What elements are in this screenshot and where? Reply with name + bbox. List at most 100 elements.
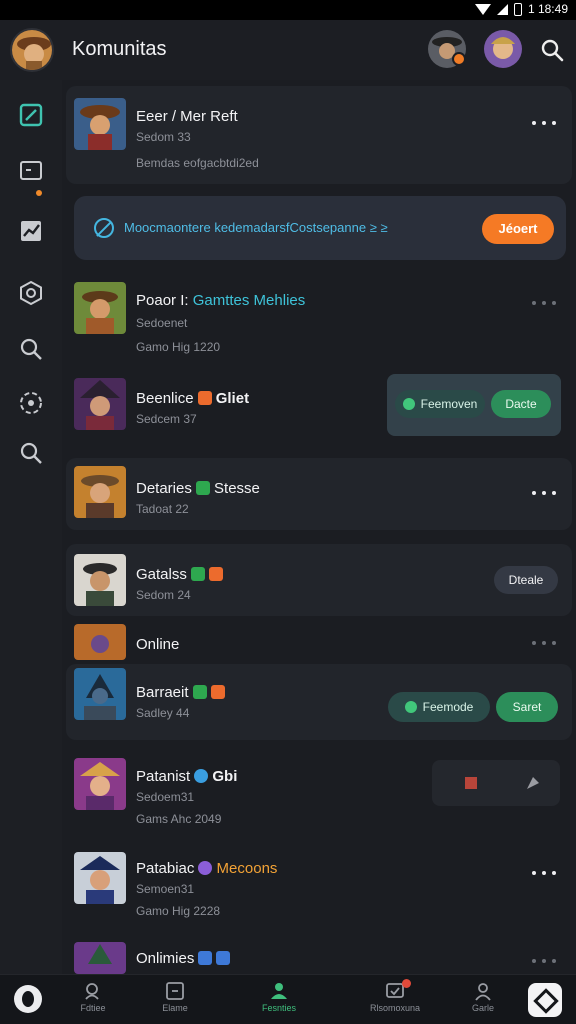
verified-icon (192, 685, 207, 699)
status-time: 1 18:49 (527, 2, 568, 16)
list-item[interactable]: Beenlice Gliet Sedcem 37 Feemoven Dacte (66, 370, 572, 440)
start-button[interactable]: Saret (496, 692, 558, 722)
user-avatar[interactable] (10, 28, 54, 72)
item-subtitle: Sedom 24 (136, 588, 191, 602)
item-title: Eeer / Mer Reft (136, 108, 238, 125)
item-subtitle: Sedom 33 (136, 130, 191, 144)
tag-icon (216, 951, 231, 965)
item-title: Beenlice Gliet (136, 390, 250, 407)
game-thumbnail (74, 624, 126, 660)
check-icon (404, 701, 417, 713)
list-item[interactable]: Onlimies (66, 936, 572, 974)
tag-icon (197, 391, 212, 405)
edit-icon[interactable] (18, 102, 44, 128)
verified-icon (190, 567, 205, 581)
list-item[interactable]: Gatalss Sedom 24 Dteale (66, 544, 572, 616)
action-panel: Feemoven Dacte (387, 374, 561, 436)
search-icon[interactable] (540, 38, 564, 62)
list-item[interactable]: Patanist Gbi Sedoem31 Gams Ahc 2049 (66, 748, 572, 836)
banner-button[interactable]: Jéoert (482, 214, 554, 244)
game-thumbnail (74, 758, 126, 810)
list-item[interactable]: Poaor I: Gamttes Mehlies Sedoenet Gamo H… (66, 270, 572, 362)
nav-item-messages[interactable]: Rlsomoxuna (360, 981, 430, 1013)
search-icon[interactable] (18, 440, 44, 466)
unread-dot (36, 190, 42, 196)
game-thumbnail (74, 852, 126, 904)
app-logo-icon[interactable] (528, 983, 562, 1017)
game-thumbnail (74, 554, 126, 606)
profile-icon (475, 983, 491, 1001)
list-item[interactable]: Detaries Stesse Tadoat 22 (66, 458, 572, 530)
nav-item-community[interactable]: Fesnties (244, 981, 314, 1013)
profile-shortcut-icon[interactable] (14, 985, 42, 1013)
page-title: Komunitas (72, 38, 167, 60)
game-thumbnail (74, 378, 126, 430)
item-subtitle: Sedoenet (136, 316, 188, 330)
sidebar (0, 80, 62, 974)
verified-icon (198, 861, 213, 875)
nav-item-games[interactable]: Elame (140, 981, 210, 1013)
item-meta: Gamo Hig 1220 (136, 340, 221, 354)
game-thumbnail (74, 98, 126, 150)
delete-button[interactable]: Dacte (491, 390, 551, 418)
item-title: Patabiac Mecoons (136, 860, 278, 877)
item-subtitle: Sedoem31 (136, 790, 195, 804)
nav-item-profile[interactable]: Garle (448, 981, 518, 1013)
list-item[interactable]: Patabiac Mecoons Semoen31 Gamo Hig 2228 (66, 842, 572, 928)
app-header: Komunitas (0, 20, 576, 80)
community-list: Eeer / Mer Reft Sedom 33 Bemdas eofgacbt… (62, 80, 576, 974)
notification-badge (402, 979, 411, 988)
friend-avatar[interactable] (484, 30, 522, 68)
flag-icon[interactable] (462, 774, 480, 792)
game-thumbnail (74, 282, 126, 334)
remove-button[interactable]: Feemoven (395, 390, 485, 418)
battery-icon (513, 2, 522, 16)
game-thumbnail (74, 942, 126, 974)
hexagon-icon[interactable] (18, 280, 44, 306)
promo-banner: Moocmaontere kedemadarsfCostsepanne ≥ ≥ … (74, 196, 566, 260)
search-icon[interactable] (18, 336, 44, 362)
item-meta: Gamo Hig 2228 (136, 904, 221, 918)
more-options-icon[interactable] (532, 118, 556, 128)
more-options-icon[interactable] (532, 638, 556, 648)
more-options-icon[interactable] (532, 956, 556, 966)
blocked-icon (94, 218, 114, 238)
grid-icon (166, 982, 184, 1000)
item-subtitle: Sedcem 37 (136, 412, 197, 426)
game-thumbnail (74, 668, 126, 720)
notification-badge (452, 52, 466, 66)
list-item[interactable]: Eeer / Mer Reft Sedom 33 Bemdas eofgacbt… (66, 86, 572, 184)
item-meta: Bemdas eofgacbtdi2ed (136, 156, 259, 170)
game-thumbnail (74, 466, 126, 518)
list-section: Online (66, 620, 572, 660)
more-options-icon[interactable] (532, 868, 556, 878)
signal-icon (496, 3, 508, 15)
chat-icon[interactable] (18, 158, 44, 184)
puzzle-icon (402, 398, 415, 410)
more-options-icon[interactable] (532, 488, 556, 498)
remove-button[interactable]: Feemode (388, 692, 490, 722)
section-title: Online (136, 636, 180, 653)
search-user-icon (85, 983, 99, 1000)
action-panel (432, 760, 560, 806)
bottom-nav: Fdtiee Elame Fesnties Rlsomoxuna Garle (0, 974, 576, 1024)
nav-item-friends[interactable]: Fdtiee (58, 981, 128, 1013)
verified-icon (194, 769, 209, 783)
item-subtitle: Semoen31 (136, 882, 195, 896)
status-bar: 1 18:49 (0, 0, 576, 20)
details-button[interactable]: Dteale (494, 566, 558, 594)
verified-icon (195, 481, 210, 495)
wifi-icon (474, 3, 491, 15)
target-icon[interactable] (18, 390, 44, 416)
item-meta: Gams Ahc 2049 (136, 812, 222, 826)
item-subtitle: Tadoat 22 (136, 502, 189, 516)
list-item[interactable]: Barraeit Sadley 44 Feemode Saret (66, 664, 572, 740)
item-title: Barraeit (136, 684, 225, 701)
more-options-icon[interactable] (532, 298, 556, 308)
tag-icon (198, 951, 213, 965)
item-title: Onlimies (136, 950, 231, 967)
pin-icon[interactable] (524, 774, 542, 792)
item-title: Patanist Gbi (136, 768, 238, 785)
chart-icon[interactable] (18, 218, 44, 244)
item-title: Poaor I: Gamttes Mehlies (136, 292, 306, 309)
